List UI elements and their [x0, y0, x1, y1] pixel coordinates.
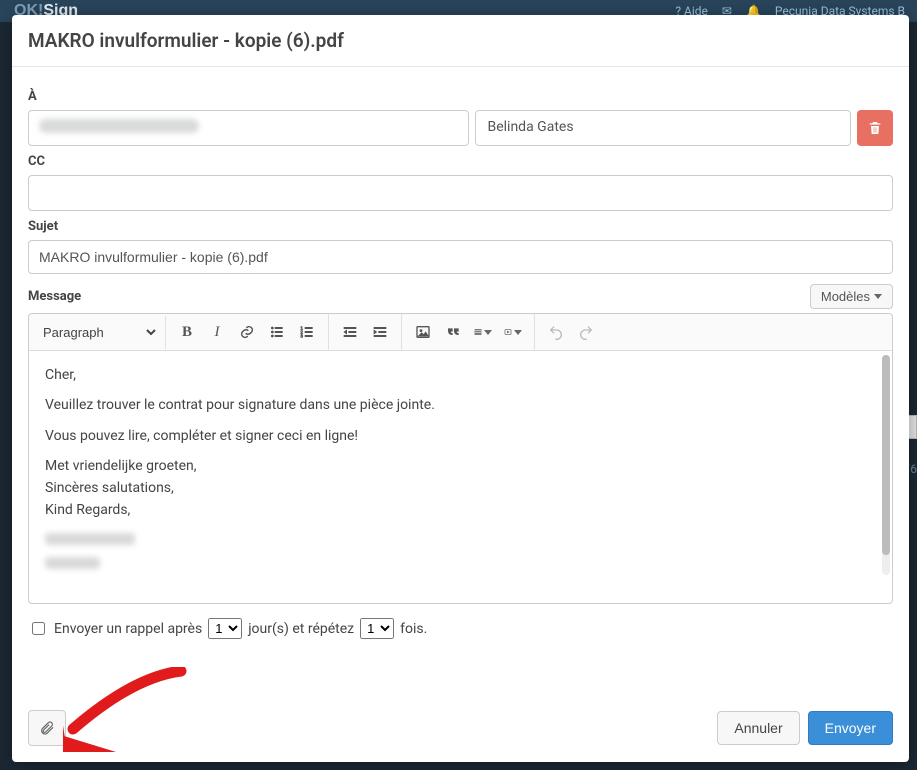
- modal-header: MAKRO invulformulier - kopie (6).pdf: [12, 15, 909, 67]
- body-greeting: Cher,: [45, 365, 876, 385]
- to-label: À: [28, 89, 893, 104]
- outdent-button[interactable]: [335, 314, 365, 350]
- redacted-text: [45, 533, 135, 545]
- to-email-input[interactable]: [28, 110, 469, 146]
- modal-body: À Belinda Gates CC Sujet Message Modèles: [12, 67, 909, 696]
- reminder-checkbox[interactable]: [32, 622, 45, 635]
- body-signature: Met vriendelijke groeten,: [45, 456, 876, 476]
- chevron-down-icon: [514, 330, 522, 335]
- table-button[interactable]: [468, 314, 498, 350]
- numbered-list-button[interactable]: 123: [292, 314, 322, 350]
- editor-scrollbar-thumb[interactable]: [882, 355, 890, 555]
- background-scrollbar: [908, 415, 917, 439]
- link-button[interactable]: [232, 314, 262, 350]
- quote-button[interactable]: [438, 314, 468, 350]
- message-label: Message: [28, 289, 81, 304]
- attach-file-button[interactable]: [28, 710, 66, 746]
- undo-button[interactable]: [541, 314, 571, 350]
- redacted-email: [39, 119, 199, 133]
- link-icon: [239, 324, 255, 340]
- reminder-days-select[interactable]: 1: [208, 618, 242, 639]
- body-line: Vous pouvez lire, compléter et signer ce…: [45, 426, 876, 446]
- bold-button[interactable]: B: [172, 314, 202, 350]
- reminder-mid: jour(s) et répétez: [248, 621, 354, 637]
- svg-text:3: 3: [300, 333, 303, 338]
- body-line: Veuillez trouver le contrat pour signatu…: [45, 395, 876, 415]
- outdent-icon: [342, 324, 358, 340]
- numbered-list-icon: 123: [299, 324, 315, 340]
- image-icon: [415, 324, 431, 340]
- image-button[interactable]: [408, 314, 438, 350]
- reminder-row: Envoyer un rappel après 1 jour(s) et rép…: [28, 618, 893, 639]
- italic-button[interactable]: I: [202, 314, 232, 350]
- background-number: 6: [910, 462, 917, 476]
- indent-icon: [372, 324, 388, 340]
- body-signature: Kind Regards,: [45, 500, 876, 520]
- subject-label: Sujet: [28, 219, 893, 234]
- to-name-input[interactable]: Belinda Gates: [475, 110, 852, 146]
- subject-input[interactable]: [28, 240, 893, 274]
- message-editor: Paragraph B I 123: [28, 313, 893, 604]
- trash-icon: [867, 120, 883, 136]
- send-button[interactable]: Envoyer: [808, 711, 893, 745]
- cc-label: CC: [28, 154, 893, 169]
- bullet-list-icon: [269, 324, 285, 340]
- editor-content[interactable]: Cher, Veuillez trouver le contrat pour s…: [29, 351, 892, 603]
- reminder-times-select[interactable]: 1: [360, 618, 394, 639]
- body-signature: Sincères salutations,: [45, 478, 876, 498]
- undo-icon: [548, 324, 564, 340]
- paperclip-icon: [39, 720, 55, 736]
- bullet-list-button[interactable]: [262, 314, 292, 350]
- reminder-prefix: Envoyer un rappel après: [54, 621, 202, 637]
- redo-icon: [578, 324, 594, 340]
- templates-button[interactable]: Modèles: [810, 284, 893, 309]
- modal-footer: Annuler Envoyer: [12, 696, 909, 762]
- chevron-down-icon: [484, 330, 492, 335]
- modal-title: MAKRO invulformulier - kopie (6).pdf: [28, 29, 893, 52]
- remove-recipient-button[interactable]: [857, 110, 893, 146]
- media-button[interactable]: [498, 314, 528, 350]
- cancel-button[interactable]: Annuler: [717, 711, 799, 745]
- send-document-modal: MAKRO invulformulier - kopie (6).pdf À B…: [12, 15, 909, 762]
- indent-button[interactable]: [365, 314, 395, 350]
- media-icon: [504, 324, 512, 340]
- reminder-suffix: fois.: [400, 621, 427, 637]
- redacted-text: [45, 557, 100, 569]
- editor-toolbar: Paragraph B I 123: [29, 314, 892, 351]
- table-icon: [474, 324, 482, 340]
- format-select[interactable]: Paragraph: [29, 316, 159, 349]
- redo-button[interactable]: [571, 314, 601, 350]
- quote-icon: [445, 324, 461, 340]
- chevron-down-icon: [874, 294, 882, 299]
- cc-input[interactable]: [28, 175, 893, 211]
- to-row: Belinda Gates: [28, 110, 893, 146]
